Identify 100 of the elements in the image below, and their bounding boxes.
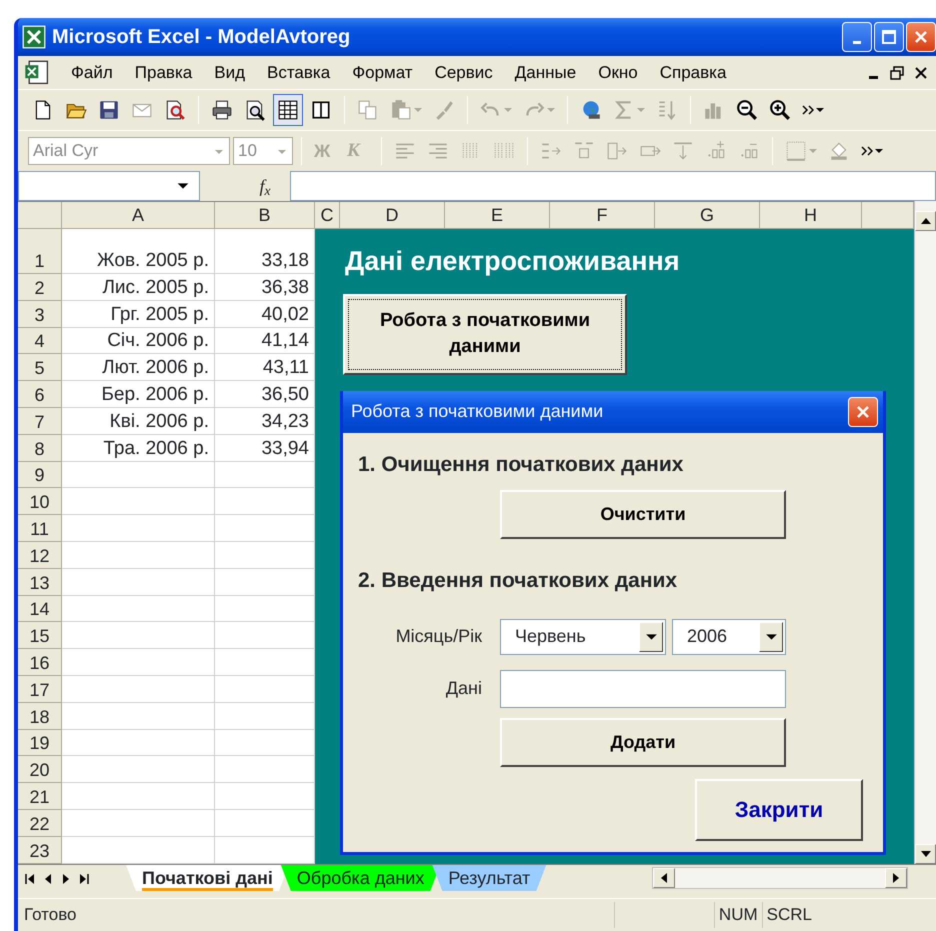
vertical-scrollbar[interactable] [914, 201, 936, 864]
menu-item[interactable]: Окно [587, 60, 649, 86]
table-cell: Бер. 2006 р. [62, 381, 215, 408]
maximize-button[interactable] [874, 22, 904, 52]
row-header[interactable]: 20 [18, 756, 62, 784]
sheet-tab[interactable]: Результат [432, 865, 546, 891]
workbook-icon [24, 60, 50, 86]
horizontal-scrollbar[interactable] [652, 867, 908, 889]
paste-icon [390, 99, 412, 121]
overflow-icon [861, 146, 873, 156]
close-dialog-button[interactable]: Закрити [695, 778, 863, 840]
column-header[interactable]: E [445, 202, 550, 229]
grid-button[interactable] [273, 94, 303, 126]
menu-item[interactable]: Данные [504, 60, 588, 86]
scroll-down-icon[interactable] [920, 851, 930, 857]
status-indicator: SCRL [766, 904, 812, 926]
table-cell: 41,14 [215, 328, 315, 354]
status-indicator: NUM [718, 904, 758, 926]
maximize-icon [881, 29, 897, 45]
column-header[interactable]: G [655, 202, 760, 229]
minimize-icon [853, 41, 861, 44]
close-button[interactable] [848, 396, 878, 426]
table-cell: 40,02 [215, 300, 315, 328]
row-header[interactable]: 2 [18, 274, 62, 301]
row-header[interactable]: 5 [18, 354, 62, 382]
menu-item[interactable]: Сервис [424, 60, 504, 86]
close-icon [913, 29, 929, 45]
row-header[interactable]: 3 [18, 300, 62, 328]
column-header[interactable]: H [760, 202, 862, 229]
function-label: f$_{x}$ [259, 174, 270, 200]
dropdown-field[interactable]: 2006 [672, 618, 786, 654]
column-header[interactable] [862, 202, 914, 229]
row-header[interactable]: 22 [18, 810, 62, 837]
caret-icon [875, 148, 883, 154]
close-button[interactable] [906, 22, 936, 52]
table-cell: 34,23 [215, 408, 315, 435]
minimize-button[interactable] [842, 22, 872, 52]
column-header[interactable]: F [550, 202, 655, 229]
select-all-corner[interactable] [18, 202, 62, 229]
caret-icon [177, 182, 189, 190]
row-header[interactable]: 7 [18, 408, 62, 435]
row-header[interactable]: 10 [18, 488, 62, 516]
menu-item[interactable]: Формат [341, 60, 424, 86]
status-text: Готово [23, 904, 76, 926]
magnifier-page-icon [164, 99, 186, 121]
menu-item[interactable]: Файл [60, 60, 124, 86]
menu-item[interactable]: Справка [648, 60, 738, 86]
row-header[interactable]: 9 [18, 462, 62, 488]
table-cell: 33,18 [215, 229, 315, 274]
close-icon [855, 404, 871, 420]
row-header[interactable]: 12 [18, 542, 62, 569]
name-box[interactable] [18, 171, 200, 201]
window-title: Microsoft Excel - ModelAvtoreg [52, 25, 350, 50]
column-header[interactable]: C [315, 202, 340, 229]
row-header[interactable]: 6 [18, 381, 62, 408]
table-cell: Кві. 2006 р. [62, 408, 215, 435]
row-header[interactable]: 18 [18, 702, 62, 730]
menu-item[interactable]: Вид [203, 60, 256, 86]
data-input[interactable] [500, 670, 786, 708]
row-header[interactable]: 15 [18, 622, 62, 650]
scroll-left-icon[interactable] [661, 873, 667, 883]
clear-button[interactable]: Очистити [500, 490, 786, 539]
open-dialog-button[interactable]: Робота з початковими даними [343, 294, 627, 374]
close-icon[interactable] [914, 66, 928, 80]
table-cell: Грг. 2005 р. [62, 300, 215, 328]
print-preview-icon [244, 99, 266, 121]
dropdown-field[interactable]: Червень [500, 618, 666, 654]
row-header[interactable]: 4 [18, 328, 62, 354]
column-header[interactable]: D [340, 202, 445, 229]
row-header[interactable]: 14 [18, 596, 62, 622]
first-sheet-icon[interactable] [24, 873, 36, 885]
field-label: Місяць/Рік [396, 625, 482, 648]
scroll-right-icon[interactable] [893, 873, 899, 883]
table-cell: 36,38 [215, 274, 315, 301]
menu-item[interactable]: Правка [124, 60, 204, 86]
row-header[interactable]: 16 [18, 649, 62, 676]
excel-logo-icon [22, 25, 46, 49]
row-header[interactable]: 21 [18, 783, 62, 810]
table-cell: Січ. 2006 р. [62, 328, 215, 354]
row-header[interactable]: 8 [18, 434, 62, 462]
row-header[interactable]: 23 [18, 836, 62, 864]
copy-icon [357, 99, 379, 121]
restore-icon[interactable] [890, 66, 904, 80]
formula-field[interactable] [290, 171, 936, 201]
row-header[interactable]: 11 [18, 515, 62, 542]
scroll-up-icon[interactable] [920, 218, 930, 224]
table-cell: Тра. 2006 р. [62, 434, 215, 462]
table-cell: Лют. 2006 р. [62, 354, 215, 382]
row-header[interactable]: 19 [18, 730, 62, 756]
table-cell: Жов. 2005 р. [62, 229, 215, 274]
table-cell: 36,50 [215, 381, 315, 408]
zoom-in-icon [769, 99, 791, 121]
menu-item[interactable]: Вставка [256, 60, 342, 86]
row-header[interactable]: 13 [18, 568, 62, 596]
row-header[interactable]: 1 [18, 229, 62, 274]
last-sheet-icon[interactable] [78, 873, 90, 885]
row-header[interactable]: 17 [18, 676, 62, 703]
add-button[interactable]: Додати [500, 718, 786, 766]
column-header[interactable]: A [62, 202, 215, 229]
column-header[interactable]: B [215, 202, 315, 229]
